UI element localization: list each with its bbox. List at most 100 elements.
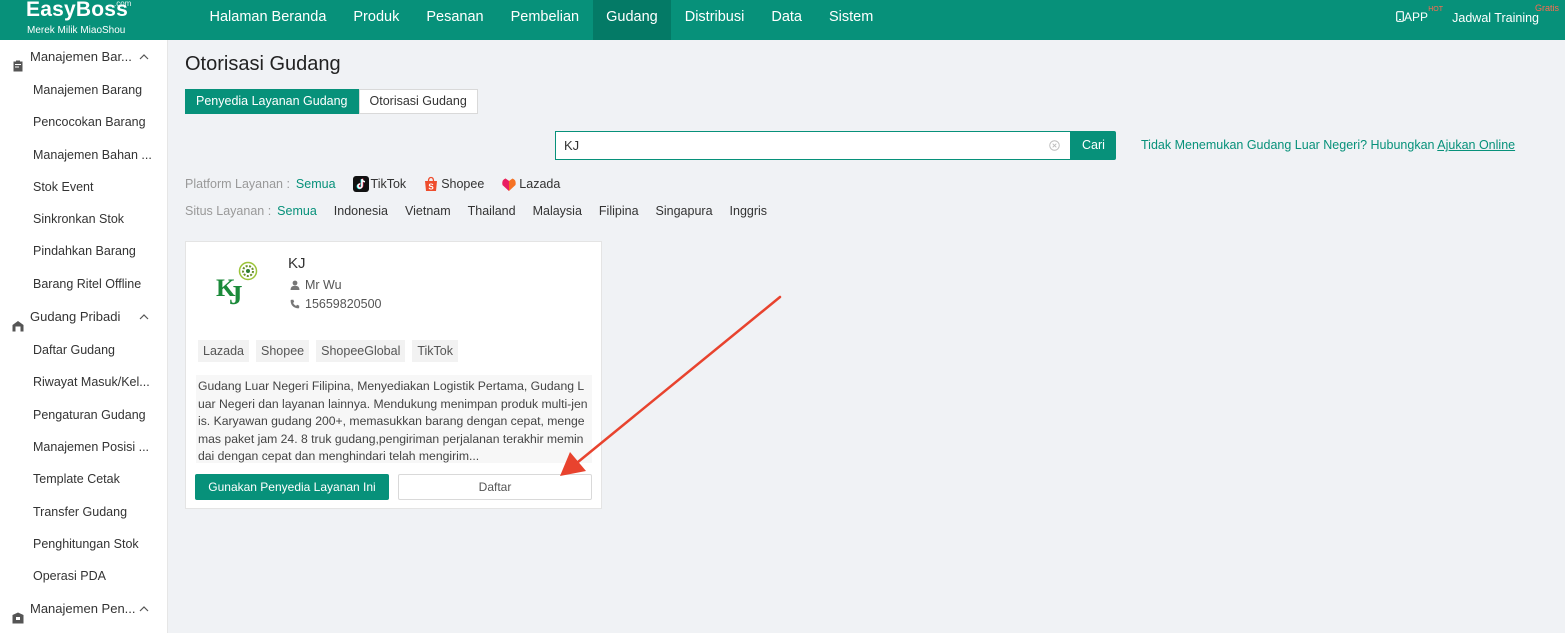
platform-option-shopee[interactable]: S Shopee <box>423 175 484 193</box>
site-option-inggris[interactable]: Inggris <box>730 202 768 220</box>
site-option-filipina[interactable]: Filipina <box>599 202 639 220</box>
sidebar-item-sinkronkan-stok[interactable]: Sinkronkan Stok <box>0 203 167 235</box>
sidebar-group-1[interactable]: Manajemen Bar... <box>0 40 167 74</box>
provider-logo: K J <box>216 261 258 308</box>
platform-tag-shopeeglobal: ShopeeGlobal <box>316 340 406 362</box>
tiktok-icon <box>352 176 371 192</box>
platform-tag-tiktok: TikTok <box>412 340 459 362</box>
sidebar-group-title: Manajemen Bar... <box>30 49 132 64</box>
brand-suffix: .com <box>114 0 132 8</box>
sidebar-item-pindahkan-barang[interactable]: Pindahkan Barang <box>0 235 167 267</box>
brand-name: EasyBoss <box>26 0 128 21</box>
svg-text:S: S <box>429 182 435 191</box>
site-option-vietnam[interactable]: Vietnam <box>405 202 451 220</box>
sidebar-item-pengaturan-gudang[interactable]: Pengaturan Gudang <box>0 399 167 431</box>
site-option-thailand[interactable]: Thailand <box>468 202 516 220</box>
app-download-link[interactable]: APP <box>1396 10 1428 24</box>
lazada-icon <box>501 176 519 192</box>
sidebar-item-transfer-gudang[interactable]: Transfer Gudang <box>0 496 167 528</box>
register-button[interactable]: Daftar <box>398 474 592 500</box>
nav-item-data[interactable]: Data <box>758 0 816 34</box>
warehouse-icon <box>12 311 24 332</box>
provider-platform-tags: Lazada Shopee ShopeeGlobal TikTok <box>198 340 465 362</box>
platform-option-lazada[interactable]: Lazada <box>501 175 560 193</box>
phone-icon <box>290 299 300 309</box>
sidebar-group-2[interactable]: Gudang Pribadi <box>0 300 167 334</box>
sidebar-item-stok-event[interactable]: Stok Event <box>0 171 167 203</box>
phone-icon <box>1396 11 1404 22</box>
clipboard-icon <box>12 51 24 72</box>
tab-bar: Penyedia Layanan Gudang Otorisasi Gudang <box>185 89 478 114</box>
use-provider-button[interactable]: Gunakan Penyedia Layanan Ini <box>195 474 389 500</box>
sidebar-group-title: Gudang Pribadi <box>30 309 121 325</box>
sidebar-item-barang-ritel-offline[interactable]: Barang Ritel Offline <box>0 268 167 300</box>
sidebar-group-title: Manajemen Pen... <box>30 601 136 617</box>
hot-badge: HOT <box>1428 6 1443 13</box>
search-input[interactable] <box>556 132 1036 159</box>
sidebar: Manajemen Bar... Manajemen Barang Pencocok… <box>0 40 168 633</box>
provider-description: Gudang Luar Negeri Filipina, Menyediakan… <box>196 375 592 463</box>
chevron-up-icon[interactable] <box>139 40 149 74</box>
search-button[interactable]: Cari <box>1071 131 1116 160</box>
site-option-indonesia[interactable]: Indonesia <box>334 202 388 220</box>
apply-online-link[interactable]: Ajukan Online <box>1437 138 1515 152</box>
site-filter: Situs Layanan : Semua Indonesia Vietnam Tha… <box>185 202 784 220</box>
provider-name: KJ <box>288 255 306 272</box>
shopee-icon: S <box>423 176 441 192</box>
sidebar-item-penghitungan-stok[interactable]: Penghitungan Stok <box>0 528 167 560</box>
main-content: Otorisasi Gudang Penyedia Layanan Gudang… <box>168 40 1565 633</box>
notice-message: Tidak Menemukan Gudang Luar Negeri? Hubu… <box>1141 138 1438 152</box>
nav-item-distribusi[interactable]: Distribusi <box>671 0 758 34</box>
notice-text: Tidak Menemukan Gudang Luar Negeri? Hubu… <box>1141 138 1515 152</box>
provider-card: K J KJ Mr Wu 15659820500 Lazada Shopee Sho… <box>185 241 602 509</box>
platform-option-label: Semua <box>295 177 336 191</box>
free-badge: Gratis <box>1534 3 1559 13</box>
main-nav: Halaman Beranda Produk Pesanan Pembelian Gud… <box>196 0 887 40</box>
provider-contact: Mr Wu <box>290 278 342 292</box>
chevron-up-icon[interactable] <box>139 592 149 626</box>
top-navigation-bar: EasyBoss .com Merek Milik MiaoShou Halam… <box>0 0 1565 40</box>
brand-subtitle: Merek Milik MiaoShou <box>27 25 126 36</box>
clear-icon[interactable] <box>1049 140 1060 151</box>
platform-filter: Platform Layanan : Semua TikTok S Shopee Laz… <box>185 175 577 193</box>
platform-filter-label: Platform Layanan : <box>185 177 290 191</box>
chevron-up-icon[interactable] <box>139 300 149 334</box>
svg-text:J: J <box>229 280 243 308</box>
platform-option-label: Shopee <box>441 177 485 191</box>
sidebar-group-3[interactable]: Manajemen Pen... <box>0 592 167 626</box>
box-icon <box>12 603 24 624</box>
platform-tag-lazada: Lazada <box>198 340 250 362</box>
nav-item-pembelian[interactable]: Pembelian <box>497 0 593 34</box>
app-logo[interactable]: EasyBoss .com Merek Milik MiaoShou <box>26 0 146 40</box>
nav-item-sistem[interactable]: Sistem <box>815 0 886 34</box>
site-option-singapura[interactable]: Singapura <box>656 202 713 220</box>
user-icon <box>290 280 300 290</box>
page-title: Otorisasi Gudang <box>185 53 341 75</box>
platform-option-tiktok[interactable]: TikTok <box>352 175 407 193</box>
platform-option-label: TikTok <box>370 177 407 191</box>
sidebar-item-daftar-gudang[interactable]: Daftar Gudang <box>0 334 167 366</box>
sidebar-item-manajemen-posisi[interactable]: Manajemen Posisi ... <box>0 431 167 463</box>
tab-warehouse-providers[interactable]: Penyedia Layanan Gudang <box>185 89 359 114</box>
app-label: APP <box>1403 10 1428 24</box>
search-box <box>555 131 1071 160</box>
provider-contact-name: Mr Wu <box>305 278 342 292</box>
platform-option-semua[interactable]: Semua <box>296 175 336 193</box>
nav-item-halaman-beranda[interactable]: Halaman Beranda <box>196 0 340 34</box>
sidebar-item-riwayat-masuk-kel[interactable]: Riwayat Masuk/Kel... <box>0 366 167 398</box>
sidebar-item-manajemen-bahan[interactable]: Manajemen Bahan ... <box>0 139 167 171</box>
tab-warehouse-authorization[interactable]: Otorisasi Gudang <box>358 89 478 114</box>
site-filter-label: Situs Layanan : <box>185 204 272 218</box>
sidebar-item-pencocokan-barang[interactable]: Pencocokan Barang <box>0 106 167 138</box>
provider-phone-number: 15659820500 <box>305 297 382 311</box>
training-schedule-link[interactable]: Jadwal Training <box>1452 11 1539 25</box>
site-option-semua[interactable]: Semua <box>277 202 317 220</box>
nav-item-gudang[interactable]: Gudang <box>592 0 672 40</box>
sidebar-item-manajemen-barang[interactable]: Manajemen Barang <box>0 74 167 106</box>
site-option-malaysia[interactable]: Malaysia <box>533 202 582 220</box>
nav-item-pesanan[interactable]: Pesanan <box>413 0 497 34</box>
sidebar-item-template-cetak[interactable]: Template Cetak <box>0 463 167 495</box>
platform-tag-shopee: Shopee <box>256 340 310 362</box>
sidebar-item-operasi-pda[interactable]: Operasi PDA <box>0 560 167 592</box>
nav-item-produk[interactable]: Produk <box>340 0 413 34</box>
